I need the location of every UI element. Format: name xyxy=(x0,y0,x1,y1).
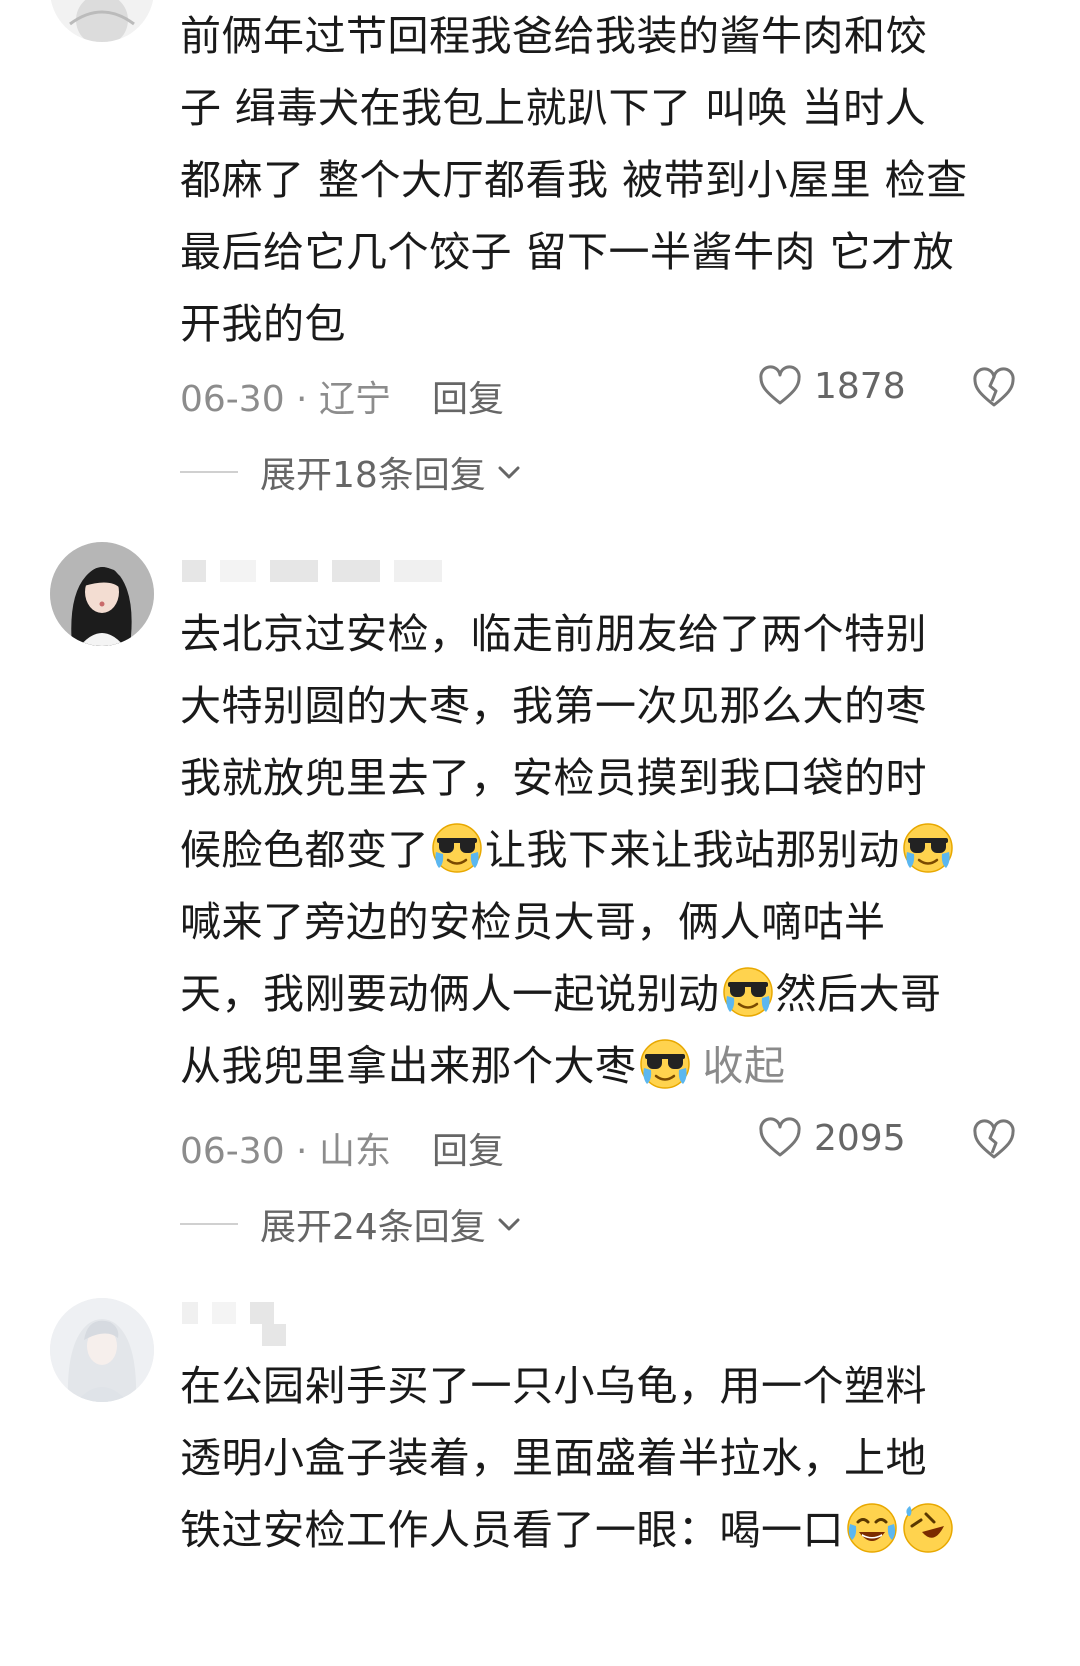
like-count: 1878 xyxy=(814,365,906,407)
username-blurred xyxy=(262,1324,286,1346)
expand-replies-label: 展开24条回复 xyxy=(260,1207,486,1248)
expand-replies-button[interactable]: 展开18条回复 xyxy=(180,447,524,497)
comment-text-line: 铁过安检工作人员看了一眼：喝一口 xyxy=(180,1492,956,1568)
comment-meta: 06-30 · 辽宁 回复 1878 xyxy=(180,362,1020,422)
rofl-emoji-icon xyxy=(902,1502,954,1554)
date-location: 06-30 · 山东 xyxy=(180,1131,391,1172)
broken-heart-icon xyxy=(973,1119,1015,1159)
comment-text-line: 我就放兜里去了，安检员摸到我口袋的时 xyxy=(180,754,927,802)
avatar[interactable] xyxy=(50,0,154,42)
divider-dash xyxy=(180,471,238,473)
comment-meta: 06-30 · 山东 回复 2095 xyxy=(180,1114,1020,1174)
chevron-down-icon xyxy=(498,1218,520,1231)
comment-text-line: 都麻了 整个大厅都看我 被带到小屋里 检查 xyxy=(180,156,968,204)
joy-crying-emoji-icon xyxy=(846,1502,898,1554)
comment-2: 去北京过安检，临走前朋友给了两个特别 大特别圆的大枣，我第一次见那么大的枣 我就… xyxy=(0,540,1080,1260)
comment-1: 前俩年过节回程我爸给我装的酱牛肉和饺 子 缉毒犬在我包上就趴下了 叫唤 当时人 … xyxy=(0,0,1080,520)
avatar[interactable] xyxy=(50,542,154,646)
cool-crying-emoji-icon xyxy=(722,966,774,1018)
date-location: 06-30 · 辽宁 xyxy=(180,379,391,420)
text-segment: 天，我刚要动俩人一起说别动 xyxy=(180,970,720,1018)
comment-3: 在公园剁手买了一只小乌龟，用一个塑料 透明小盒子装着，里面盛着半拉水，上地 铁过… xyxy=(0,1290,1080,1666)
text-segment: 然后大哥 xyxy=(775,970,942,1018)
username-blurred xyxy=(182,1302,274,1324)
avatar[interactable] xyxy=(50,1298,154,1402)
text-segment: 从我兜里拿出来那个大枣 xyxy=(180,1042,637,1090)
dislike-button[interactable] xyxy=(970,364,1018,421)
collapse-button[interactable]: 收起 xyxy=(703,1042,786,1090)
heart-icon xyxy=(759,1117,801,1157)
cool-crying-emoji-icon xyxy=(902,822,954,874)
text-segment: 候脸色都变了 xyxy=(180,826,429,874)
comment-text-line: 从我兜里拿出来那个大枣 收起 xyxy=(180,1028,786,1104)
text-segment: 让我下来让我站那别动 xyxy=(485,826,900,874)
cool-crying-emoji-icon xyxy=(639,1038,691,1090)
heart-icon xyxy=(759,365,801,405)
text-segment: 铁过安检工作人员看了一眼：喝一口 xyxy=(180,1506,844,1554)
expand-replies-label: 展开18条回复 xyxy=(260,455,486,496)
divider-dash xyxy=(180,1223,238,1225)
comment-text-line: 在公园剁手买了一只小乌龟，用一个塑料 xyxy=(180,1362,927,1410)
like-count: 2095 xyxy=(814,1117,906,1159)
cool-crying-emoji-icon xyxy=(431,822,483,874)
comment-text-line: 最后给它几个饺子 留下一半酱牛肉 它才放 xyxy=(180,228,955,276)
avatar-image xyxy=(50,1298,154,1402)
comment-text-line: 开我的包 xyxy=(180,300,346,348)
broken-heart-icon xyxy=(973,367,1015,407)
comment-text-line: 去北京过安检，临走前朋友给了两个特别 xyxy=(180,610,927,658)
chevron-down-icon xyxy=(498,466,520,479)
reply-button[interactable]: 回复 xyxy=(432,1122,504,1174)
comment-text-line: 前俩年过节回程我爸给我装的酱牛肉和饺 xyxy=(180,12,927,60)
dislike-button[interactable] xyxy=(970,1116,1018,1173)
like-button[interactable]: 2095 xyxy=(756,1114,906,1162)
comment-text-line: 透明小盒子装着，里面盛着半拉水，上地 xyxy=(180,1434,927,1482)
avatar-image xyxy=(50,0,154,42)
like-button[interactable]: 1878 xyxy=(756,362,906,410)
comment-text-line: 天，我刚要动俩人一起说别动 然后大哥 xyxy=(180,956,942,1032)
expand-replies-button[interactable]: 展开24条回复 xyxy=(180,1199,524,1249)
comment-text-line: 大特别圆的大枣，我第一次见那么大的枣 xyxy=(180,682,927,730)
avatar-image xyxy=(50,542,154,646)
username-blurred xyxy=(182,560,442,582)
comment-text-line: 子 缉毒犬在我包上就趴下了 叫唤 当时人 xyxy=(180,84,927,132)
reply-button[interactable]: 回复 xyxy=(432,370,504,422)
comment-text-line: 喊来了旁边的安检员大哥，俩人嘀咕半 xyxy=(180,898,886,946)
comment-text-line: 候脸色都变了 让我下来让我站那别动 xyxy=(180,812,956,888)
